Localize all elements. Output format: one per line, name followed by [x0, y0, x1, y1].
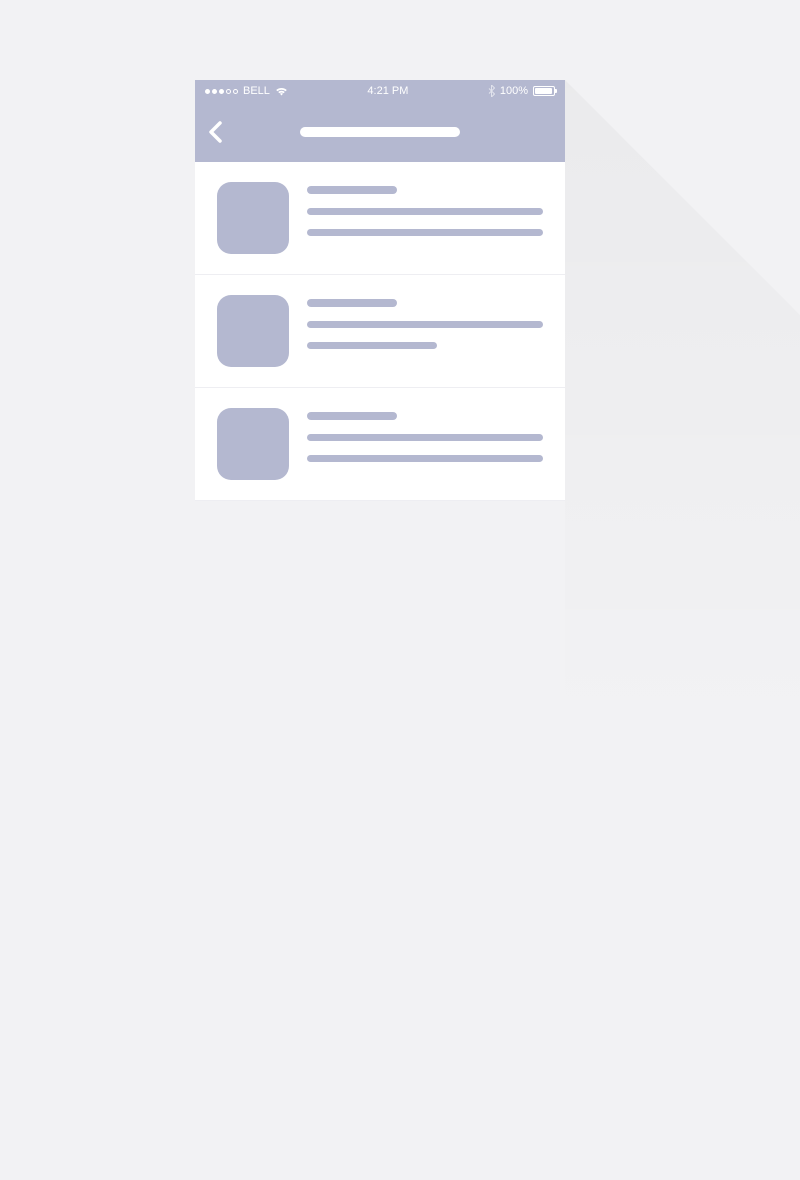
- status-bar: BELL 4:21 PM 100%: [195, 80, 565, 102]
- thumbnail-placeholder: [217, 182, 289, 254]
- text-line-placeholder: [307, 208, 543, 215]
- battery-icon: [533, 86, 555, 96]
- bluetooth-icon: [488, 85, 495, 97]
- list-item[interactable]: [195, 275, 565, 388]
- phone-drop-shadow: [565, 80, 800, 1180]
- list: [195, 162, 565, 501]
- battery-percent-label: 100%: [500, 85, 528, 97]
- list-item-text: [307, 295, 543, 367]
- title-placeholder: [307, 299, 397, 307]
- nav-bar: Back: [195, 102, 565, 162]
- signal-dots-icon: [205, 89, 238, 94]
- thumbnail-placeholder: [217, 295, 289, 367]
- list-item-text: [307, 182, 543, 254]
- wifi-icon: [275, 87, 288, 96]
- nav-title-placeholder: [300, 127, 460, 137]
- chevron-left-icon: [208, 121, 222, 143]
- phone-frame: BELL 4:21 PM 100% Back: [195, 80, 565, 501]
- thumbnail-placeholder: [217, 408, 289, 480]
- text-line-placeholder: [307, 434, 543, 441]
- back-button[interactable]: Back: [195, 102, 235, 162]
- carrier-label: BELL: [243, 85, 270, 97]
- status-left: BELL: [205, 85, 288, 97]
- title-placeholder: [307, 412, 397, 420]
- title-placeholder: [307, 186, 397, 194]
- text-line-placeholder: [307, 342, 437, 349]
- status-right: 100%: [488, 85, 555, 97]
- text-line-placeholder: [307, 321, 543, 328]
- list-item[interactable]: [195, 162, 565, 275]
- text-line-placeholder: [307, 229, 543, 236]
- list-item-text: [307, 408, 543, 480]
- list-item[interactable]: [195, 388, 565, 501]
- text-line-placeholder: [307, 455, 543, 462]
- clock-label: 4:21 PM: [367, 85, 408, 97]
